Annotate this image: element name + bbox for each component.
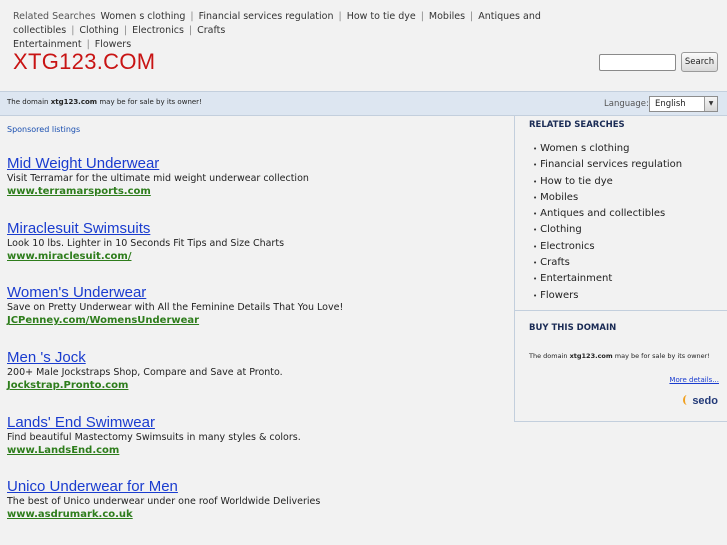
related-searches-heading: RELATED SEARCHES [529,120,625,130]
related-item[interactable]: • Flowers [533,288,682,304]
top-link-financial-services[interactable]: Financial services regulation [199,11,334,22]
listing-item: Miraclesuit Swimsuits Look 10 lbs. Light… [7,220,507,285]
listing-item: Unico Underwear for Men The best of Unic… [7,478,507,543]
related-item[interactable]: • Crafts [533,255,682,271]
sidebar: RELATED SEARCHES • Women s clothing • Fina… [514,116,727,422]
related-item[interactable]: • Clothing [533,222,682,238]
listing-url[interactable]: www.asdrumark.co.uk [7,508,507,521]
domain-info-bar: The domain xtg123.com may be for sale by… [0,91,727,116]
top-link-women-s-clothing[interactable]: Women s clothing [101,11,186,22]
top-link-crafts[interactable]: Crafts [197,25,225,36]
arrow-bullet-icon: • [533,226,538,235]
language-selected-value: English [655,99,686,109]
arrow-bullet-icon: • [533,177,538,186]
listing-title[interactable]: Women's Underwear [7,284,507,301]
listing-title[interactable]: Miraclesuit Swimsuits [7,220,507,237]
search-input[interactable] [599,54,676,71]
listing-item: Lands' End Swimwear Find beautiful Maste… [7,414,507,479]
more-details-link[interactable]: More details... [669,376,719,384]
listing-url[interactable]: www.terramarsports.com [7,185,507,198]
related-item[interactable]: • How to tie dye [533,174,682,190]
listing-url[interactable]: Jockstrap.Pronto.com [7,379,507,392]
buy-domain-heading: BUY THIS DOMAIN [529,323,617,333]
listing-description: Save on Pretty Underwear with All the Fe… [7,302,344,314]
listing-item: Men 's Jock 200+ Male Jockstraps Shop, C… [7,349,507,414]
buy-domain-message: The domain xtg123.com may be for sale by… [529,352,710,360]
listing-description: Find beautiful Mastectomy Swimsuits in m… [7,431,301,443]
related-item[interactable]: • Financial services regulation [533,157,682,173]
top-related-searches: Related Searches Women s clothing | Financi… [13,11,541,50]
domain-sale-message: The domain xtg123.com may be for sale by… [7,98,202,106]
top-link-clothing[interactable]: Clothing [79,25,119,36]
arrow-bullet-icon: • [533,145,538,153]
dropdown-arrow-icon[interactable]: ▼ [704,97,717,111]
top-link-how-to-tie-dye[interactable]: How to tie dye [347,11,416,22]
related-item[interactable]: • Entertainment [533,271,682,287]
arrow-bullet-icon: • [533,161,538,170]
related-item[interactable]: • Women s clothing [533,141,682,157]
related-item[interactable]: • Electronics [533,239,682,255]
listing-description: Visit Terramar for the ultimate mid weig… [7,173,309,184]
listing-description: 200+ Male Jockstraps Shop, Compare and S… [7,367,283,379]
listing-url[interactable]: www.miraclesuit.com/ [7,250,507,263]
sponsored-listings: Mid Weight Underwear Visit Terramar for … [7,155,507,543]
listing-title[interactable]: Mid Weight Underwear [7,155,507,172]
listing-title[interactable]: Unico Underwear for Men [7,478,507,495]
sidebar-divider [515,310,727,311]
listing-item: Women's Underwear Save on Pretty Underwe… [7,284,507,349]
listing-item: Mid Weight Underwear Visit Terramar for … [7,155,507,220]
site-logo[interactable]: XTG123.COM [13,49,155,75]
buy-domain-name: xtg123.com [569,352,613,360]
sponsored-listings-label: Sponsored listings [7,125,81,134]
sedo-logo[interactable]: sedo [683,395,718,407]
language-select[interactable]: English ▼ [649,96,718,112]
arrow-bullet-icon: • [533,275,538,284]
arrow-bullet-icon: • [533,291,538,300]
listing-title[interactable]: Lands' End Swimwear [7,414,507,431]
listing-url[interactable]: www.LandsEnd.com [7,444,507,457]
listing-title[interactable]: Men 's Jock [7,349,507,366]
related-item[interactable]: • Antiques and collectibles [533,206,682,222]
arrow-bullet-icon: • [533,210,538,219]
sedo-arc-icon [683,395,691,405]
related-searches-list: • Women s clothing • Financial services re… [533,141,682,304]
listing-description: The best of Unico underwear under one ro… [7,496,321,508]
listing-url[interactable]: JCPenney.com/WomensUnderwear [7,314,507,327]
listing-description: Look 10 lbs. Lighter in 10 Seconds Fit T… [7,237,285,249]
top-link-electronics[interactable]: Electronics [132,25,184,36]
arrow-bullet-icon: • [533,259,538,268]
arrow-bullet-icon: • [533,242,538,251]
language-label: Language: [604,99,649,109]
top-link-mobiles[interactable]: Mobiles [429,11,465,22]
related-item[interactable]: • Mobiles [533,190,682,206]
search-button[interactable]: Search [681,52,718,72]
domain-name: xtg123.com [50,98,98,106]
arrow-bullet-icon: • [533,193,538,202]
related-searches-label: Related Searches [13,11,96,22]
